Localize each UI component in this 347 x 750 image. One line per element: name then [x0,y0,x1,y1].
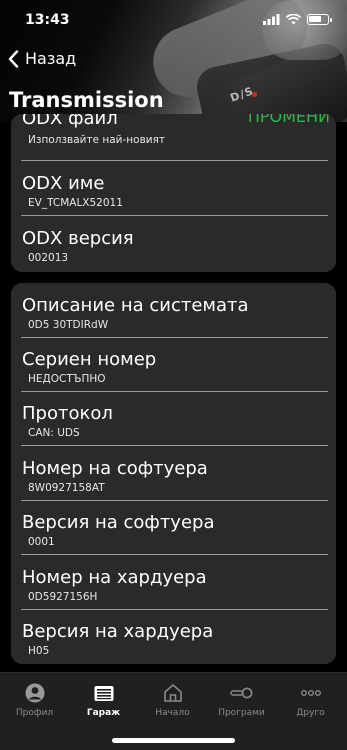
row-label: ODX файл [22,114,118,129]
system-description-row: Описание на системата 0D5 30TDIRdW [21,283,328,338]
row-value: EV_TCMALX52011 [28,197,123,209]
home-indicator[interactable] [112,738,235,743]
hardware-number-row: Номер на хардуера 0D5927156H [21,555,328,610]
row-value: 0D5927156H [28,591,98,603]
tab-garage[interactable]: Гараж [69,681,138,718]
tab-programs[interactable]: Програми [207,681,276,718]
row-value: НЕДОСТЪПНО [28,373,106,385]
tab-label: Начало [155,708,190,718]
page-title: Transmission [9,88,164,112]
row-label: ODX име [22,173,105,194]
tab-profile[interactable]: Профил [0,681,69,718]
row-value: 8W0927158AT [28,482,105,494]
software-number-row: Номер на софтуера 8W0927158AT [21,446,328,501]
cellular-signal-icon [263,14,280,25]
status-time: 13:43 [25,12,70,28]
hardware-version-row: Версия на хардуера H05 [21,609,328,664]
back-label: Назад [25,49,77,68]
tab-more[interactable]: Друго [276,681,345,718]
tab-label: Гараж [86,708,121,718]
serial-number-row: Сериен номер НЕДОСТЪПНО [21,337,328,392]
battery-icon [307,14,332,25]
wifi-icon [286,14,301,25]
more-icon [300,690,321,696]
row-label: Сериен номер [22,349,157,370]
person-icon [25,683,44,703]
row-value: CAN: UDS [28,427,80,439]
odx-file-row[interactable]: ODX файл Използвайте най-новият ПРОМЕНИ [21,114,330,161]
protocol-row: Протокол CAN: UDS [21,391,328,446]
odx-info-card: ODX файл Използвайте най-новият ПРОМЕНИ … [11,114,336,272]
chevron-left-icon [8,49,19,68]
odx-version-row: ODX версия 002013 [21,216,328,271]
software-version-row: Версия на софтуера 0001 [21,500,328,555]
row-label: Версия на хардуера [22,621,214,642]
odx-name-row: ODX име EV_TCMALX52011 [21,161,328,216]
row-label: Протокол [22,403,113,424]
row-value: H05 [28,645,50,657]
tab-label: Профил [15,708,54,718]
row-label: Версия на софтуера [22,512,215,533]
back-button[interactable]: Назад [8,49,76,68]
row-value: 002013 [28,252,69,264]
home-icon [163,684,182,702]
tab-home[interactable]: Начало [138,681,207,718]
row-label: Номер на хардуера [22,567,207,588]
row-value: 0D5 30TDIRdW [28,319,109,331]
row-value: 0001 [28,536,55,548]
row-value: Използвайте най-новият [28,134,166,146]
row-label: ODX версия [22,228,134,249]
garage-icon [94,686,113,701]
system-info-card: Описание на системата 0D5 30TDIRdW Серие… [11,283,336,664]
row-label: Описание на системата [22,295,249,316]
tab-label: Друго [296,708,325,718]
change-button[interactable]: ПРОМЕНИ [248,114,330,126]
tab-label: Програми [218,708,265,718]
row-label: Номер на софтуера [22,458,208,479]
toggle-icon [229,687,252,699]
status-bar: 13:43 [0,0,347,40]
